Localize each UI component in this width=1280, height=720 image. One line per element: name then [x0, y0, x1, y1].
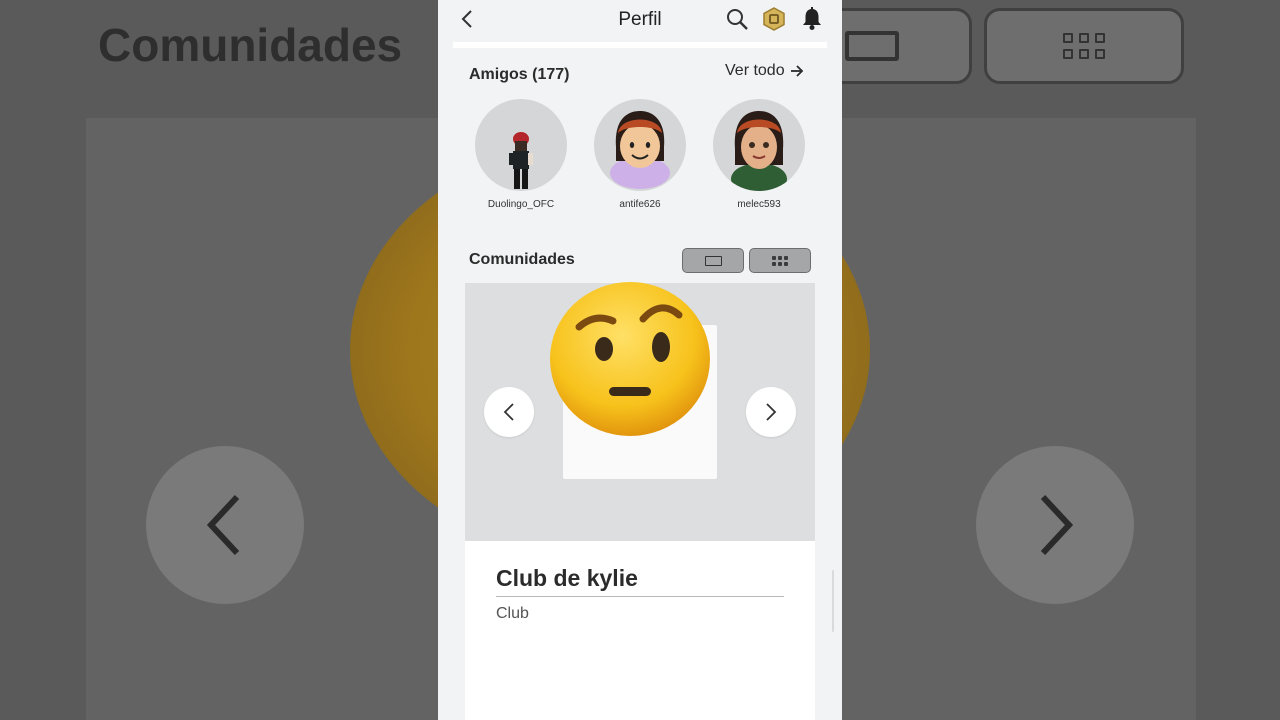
community-carousel: [465, 282, 815, 541]
profile-screen: Perfil Amigos (177) Ver todo Duolingo_OF…: [438, 0, 842, 720]
friend-name: Duolingo_OFC: [487, 199, 555, 210]
grid-view-toggle[interactable]: [749, 248, 811, 273]
friends-title: Amigos: [469, 66, 528, 83]
see-all-friends-link[interactable]: Ver todo: [725, 62, 804, 80]
single-view-toggle[interactable]: [682, 248, 744, 273]
see-all-label: Ver todo: [725, 62, 785, 79]
community-name: Club de kylie: [496, 565, 638, 591]
friend-name: antife626: [619, 199, 661, 210]
chevron-right-icon: [766, 403, 777, 421]
bg-single-view-icon: [845, 31, 899, 61]
robux-button[interactable]: [761, 6, 787, 32]
friend-item[interactable]: Duolingo_OFC: [474, 99, 568, 210]
friends-count: (177): [532, 66, 570, 83]
community-type: Club: [496, 605, 529, 622]
search-button[interactable]: [724, 6, 750, 32]
grid-view-icon: [772, 255, 788, 266]
divider: [496, 596, 784, 597]
previous-section-edge: [453, 42, 827, 48]
community-info-card[interactable]: Club de kylie Club: [465, 541, 815, 720]
communities-title: Comunidades: [469, 251, 575, 268]
single-view-icon: [704, 255, 722, 266]
friend-item[interactable]: antife626: [593, 99, 687, 210]
scrollbar[interactable]: [832, 570, 834, 632]
raised-eyebrow-emoji: [550, 282, 710, 436]
chevron-left-icon: [503, 403, 514, 421]
bg-prev-button: [146, 446, 304, 604]
bg-next-button: [976, 446, 1134, 604]
avatar: [713, 99, 805, 191]
friend-item[interactable]: melec593: [712, 99, 806, 210]
friend-name: melec593: [737, 199, 781, 210]
notifications-button[interactable]: [799, 6, 825, 32]
carousel-next-button[interactable]: [746, 387, 796, 437]
top-bar: Perfil: [438, 0, 842, 40]
bg-grid-view-icon: [1063, 33, 1105, 59]
avatar: [475, 99, 567, 191]
bg-grid-toggle: [984, 8, 1184, 84]
search-icon: [727, 9, 748, 30]
avatar: [594, 99, 686, 191]
carousel-prev-button[interactable]: [484, 387, 534, 437]
bg-title: Comunidades: [98, 19, 403, 71]
bell-icon: [803, 7, 821, 30]
friends-heading: Amigos (177): [469, 66, 569, 84]
robux-icon: [763, 7, 785, 31]
arrow-right-icon: [790, 65, 803, 77]
